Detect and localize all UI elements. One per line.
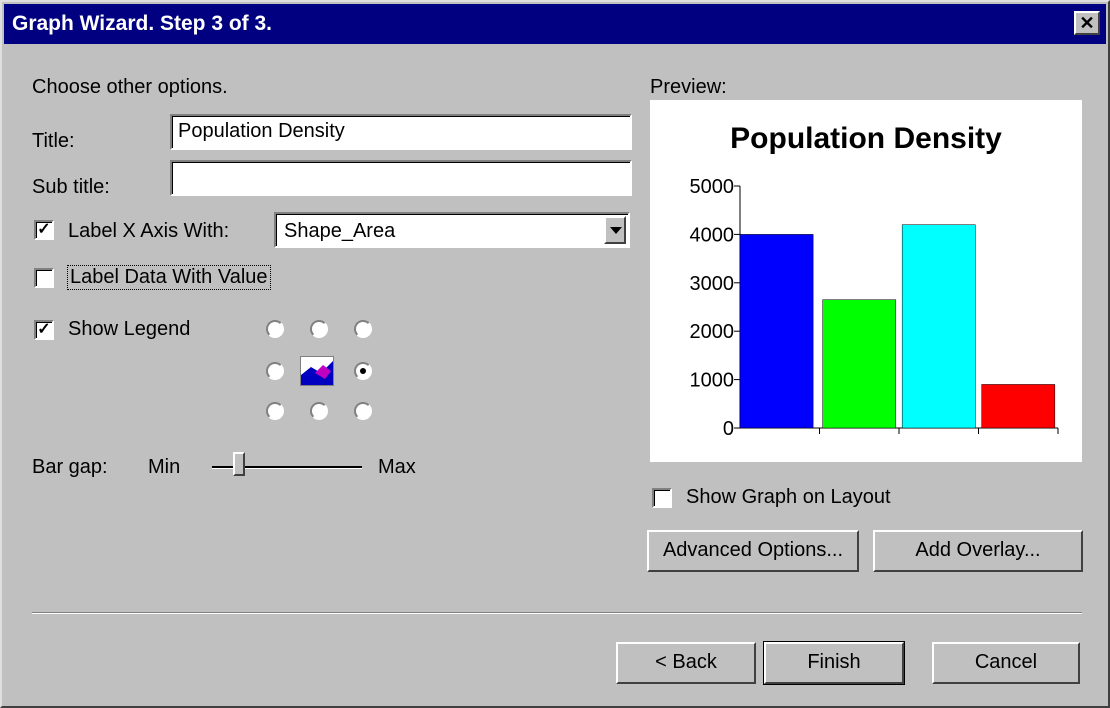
subtitle-label: Sub title: (32, 176, 110, 198)
finish-button[interactable]: Finish (763, 641, 905, 685)
x-axis-field-select[interactable]: Shape_Area (274, 212, 630, 248)
title-label: Title: (32, 130, 75, 152)
add-overlay-button[interactable]: Add Overlay... (873, 530, 1083, 572)
cancel-button[interactable]: Cancel (932, 642, 1080, 684)
graph-preview: Population Density 0 1000 2000 3000 4000 5000 (650, 100, 1082, 462)
y-tick-label: 5000 (690, 176, 735, 198)
preview-label: Preview: (650, 76, 727, 98)
label-x-axis-checkbox[interactable]: ✓ (34, 220, 54, 240)
back-button[interactable]: < Back (616, 642, 756, 684)
bar-4 (981, 384, 1056, 429)
legend-pos-top-right-radio[interactable] (354, 320, 372, 338)
chart-title: Population Density (730, 122, 1002, 155)
show-graph-on-layout-checkbox[interactable] (652, 488, 672, 508)
label-data-checkbox[interactable] (34, 268, 54, 288)
show-legend-label: Show Legend (68, 318, 191, 340)
y-tick-label: 0 (723, 418, 734, 440)
instructions-text: Choose other options. (32, 76, 228, 98)
legend-pos-bottom-right-radio[interactable] (354, 402, 372, 420)
bar-gap-min-label: Min (148, 456, 181, 478)
label-data-label: Label Data With Value (67, 265, 271, 290)
legend-pos-top-left-radio[interactable] (266, 320, 284, 338)
subtitle-input[interactable] (170, 160, 632, 196)
close-icon[interactable]: ✕ (1074, 11, 1100, 35)
title-bar: Graph Wizard. Step 3 of 3. ✕ (4, 4, 1106, 44)
legend-pos-middle-left-radio[interactable] (266, 362, 284, 380)
chevron-down-icon[interactable] (604, 216, 626, 244)
show-graph-on-layout-label: Show Graph on Layout (686, 486, 891, 508)
graph-wizard-dialog: Graph Wizard. Step 3 of 3. ✕ Choose othe… (0, 0, 1110, 708)
show-legend-checkbox[interactable]: ✓ (34, 320, 54, 340)
title-input[interactable]: Population Density (170, 114, 632, 150)
bar-1 (739, 234, 814, 429)
legend-chart-icon (300, 356, 334, 386)
x-axis-field-value: Shape_Area (284, 220, 396, 242)
advanced-options-button[interactable]: Advanced Options... (647, 530, 859, 572)
y-tick-label: 1000 (690, 370, 735, 392)
y-tick-label: 2000 (690, 321, 735, 343)
y-tick-label: 3000 (690, 273, 735, 295)
bar-gap-label: Bar gap: (32, 456, 108, 478)
legend-pos-middle-right-radio[interactable] (354, 362, 372, 380)
bar-gap-max-label: Max (378, 456, 416, 478)
legend-pos-bottom-center-radio[interactable] (310, 402, 328, 420)
bar-3 (901, 224, 976, 429)
bar-2 (822, 299, 897, 429)
label-x-axis-label: Label X Axis With: (68, 220, 230, 242)
separator (32, 612, 1082, 614)
legend-pos-top-center-radio[interactable] (310, 320, 328, 338)
preview-chart: Population Density 0 1000 2000 3000 4000 5000 (690, 122, 1059, 440)
window-title: Graph Wizard. Step 3 of 3. (12, 12, 273, 35)
legend-pos-bottom-left-radio[interactable] (266, 402, 284, 420)
bar-gap-slider-thumb[interactable] (232, 452, 245, 476)
y-tick-label: 4000 (690, 224, 735, 246)
